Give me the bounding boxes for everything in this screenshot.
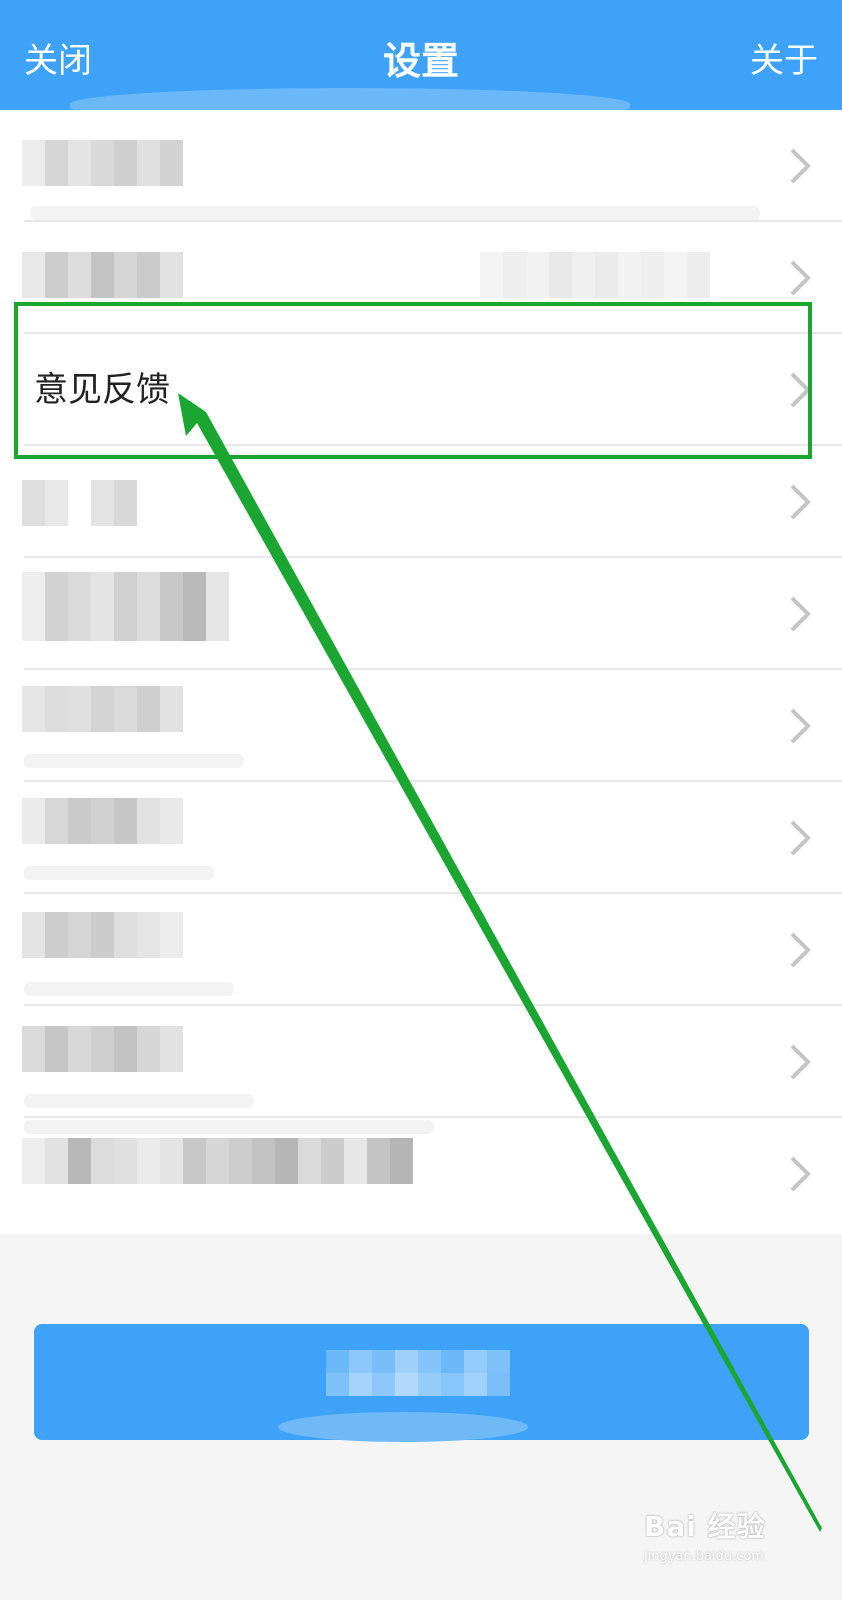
primary-action-button[interactable] <box>34 1324 809 1442</box>
redacted-label <box>22 1138 413 1184</box>
chevron-right-icon <box>790 820 811 856</box>
redaction-trace <box>24 1094 254 1108</box>
redaction-trace <box>24 1120 434 1134</box>
redaction-trace <box>30 206 760 220</box>
settings-row-6[interactable] <box>0 670 842 782</box>
chevron-right-icon <box>790 372 811 408</box>
feedback-row[interactable]: 意见反馈 <box>0 334 842 446</box>
feedback-label: 意见反馈 <box>34 370 170 410</box>
redaction-smudge <box>278 1412 528 1442</box>
redacted-label <box>22 1026 183 1072</box>
redacted-label <box>22 912 183 958</box>
chevron-right-icon <box>790 708 811 744</box>
settings-row-1[interactable] <box>0 110 842 222</box>
redaction-trace <box>24 982 234 996</box>
chevron-right-icon <box>790 1044 811 1080</box>
chevron-right-icon <box>790 484 811 520</box>
settings-row-7[interactable] <box>0 782 842 894</box>
about-button[interactable]: 关于 <box>750 38 818 84</box>
redacted-label <box>22 798 183 844</box>
redacted-label <box>22 252 183 298</box>
redaction-trace <box>24 754 244 768</box>
redacted-value <box>480 252 710 298</box>
redacted-label <box>22 480 137 526</box>
redacted-label <box>22 140 183 186</box>
chevron-right-icon <box>790 932 811 968</box>
page-title: 设置 <box>382 39 459 83</box>
settings-row-9[interactable] <box>0 1006 842 1118</box>
redacted-button-label <box>326 1350 510 1373</box>
chevron-right-icon <box>790 260 811 296</box>
redacted-label <box>22 572 229 641</box>
settings-row-8[interactable] <box>0 894 842 1006</box>
redacted-button-label <box>326 1373 510 1396</box>
settings-row-10[interactable] <box>0 1118 842 1234</box>
settings-row-2[interactable] <box>0 222 842 334</box>
redacted-label <box>22 686 183 732</box>
chevron-right-icon <box>790 596 811 632</box>
chevron-right-icon <box>790 148 811 184</box>
settings-row-4[interactable] <box>0 446 842 558</box>
top-nav-bar: 关闭 设置 关于 <box>0 0 842 120</box>
redaction-trace <box>24 866 214 880</box>
settings-row-5[interactable] <box>0 558 842 670</box>
settings-list: 意见反馈 <box>0 110 842 1234</box>
chevron-right-icon <box>790 1156 811 1192</box>
